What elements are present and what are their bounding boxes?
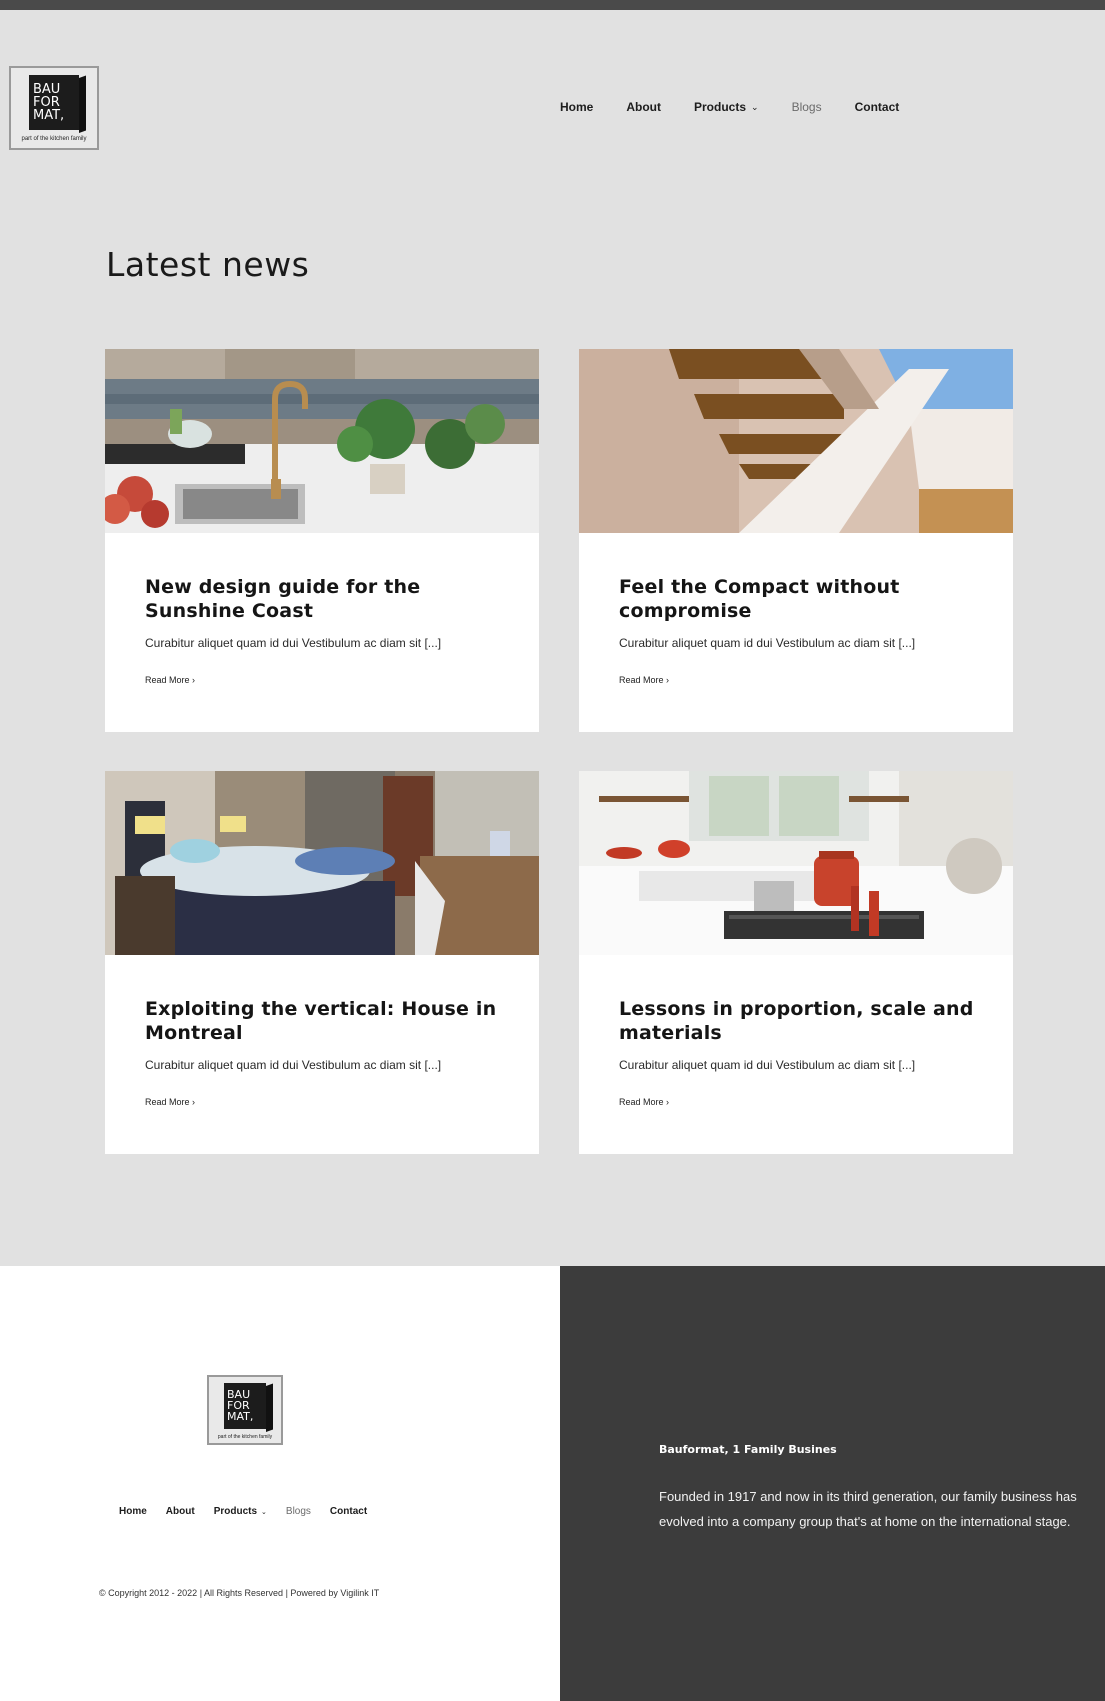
post-title[interactable]: Exploiting the vertical: House in Montre…: [145, 997, 505, 1045]
chevron-right-icon: ›: [192, 1097, 196, 1107]
footer-about-title: Bauformat, 1 Family Busines: [659, 1443, 837, 1456]
top-bar: [0, 0, 1105, 10]
read-more-label: Read More: [145, 1097, 190, 1107]
nav-home-label: Home: [560, 100, 594, 114]
post-title[interactable]: Lessons in proportion, scale and materia…: [619, 997, 979, 1045]
copyright-text: © Copyright 2012 - 2022 | All Rights Res…: [99, 1588, 380, 1598]
logo-cube: BAU FOR MAT,: [29, 75, 86, 133]
post-title[interactable]: Feel the Compact without compromise: [619, 575, 979, 623]
post-card: New design guide for the Sunshine Coast …: [105, 349, 539, 732]
read-more-link[interactable]: Read More ›: [619, 675, 669, 685]
chevron-down-icon: ⌄: [261, 1508, 267, 1516]
nav-about[interactable]: About: [626, 100, 661, 114]
read-more-link[interactable]: Read More ›: [145, 1097, 195, 1107]
read-more-label: Read More: [145, 675, 190, 685]
logo-text-line3: MAT,: [227, 1410, 254, 1423]
read-more-link[interactable]: Read More ›: [145, 675, 195, 685]
post-image-stairs[interactable]: [579, 349, 1013, 533]
logo-cube: BAU FOR MAT,: [224, 1383, 273, 1432]
post-title[interactable]: New design guide for the Sunshine Coast: [145, 575, 505, 623]
footer-nav-blogs[interactable]: Blogs: [286, 1506, 311, 1517]
post-excerpt: Curabitur aliquet quam id dui Vestibulum…: [145, 1058, 442, 1072]
chevron-right-icon: ›: [666, 675, 670, 685]
chevron-right-icon: ›: [666, 1097, 670, 1107]
read-more-label: Read More: [619, 675, 664, 685]
nav-contact-label: Contact: [854, 100, 900, 114]
post-image-kitchen-stove[interactable]: [579, 771, 1013, 955]
nav-contact[interactable]: Contact: [855, 100, 900, 114]
footer-nav-contact[interactable]: Contact: [330, 1506, 367, 1517]
footer-nav-home-label: Home: [119, 1506, 147, 1517]
logo-tagline: part of the kitchen family: [21, 136, 87, 142]
footer-nav-contact-label: Contact: [329, 1506, 368, 1517]
post-excerpt: Curabitur aliquet quam id dui Vestibulum…: [619, 636, 916, 650]
nav-products[interactable]: Products ⌄: [694, 100, 759, 114]
footer-nav: Home About Products ⌄ Blogs Contact: [119, 1506, 386, 1517]
post-image-kitchen-sink[interactable]: [105, 349, 539, 533]
nav-about-label: About: [626, 100, 661, 114]
footer-logo[interactable]: BAU FOR MAT, part of the kitchen family: [207, 1375, 283, 1445]
footer-nav-home[interactable]: Home: [119, 1506, 147, 1517]
page-title: Latest news: [106, 245, 310, 284]
main-nav: Home About Products ⌄ Blogs Contact: [560, 100, 932, 114]
nav-products-label: Products: [694, 100, 747, 114]
post-excerpt: Curabitur aliquet quam id dui Vestibulum…: [619, 1058, 916, 1072]
post-card: Exploiting the vertical: House in Montre…: [105, 771, 539, 1154]
nav-home[interactable]: Home: [560, 100, 593, 114]
post-image-bedroom[interactable]: [105, 771, 539, 955]
footer-nav-products-label: Products: [213, 1506, 258, 1517]
footer-left: [0, 1266, 560, 1701]
logo-tagline: part of the kitchen family: [217, 1434, 273, 1440]
footer-nav-blogs-label: Blogs: [285, 1506, 311, 1517]
logo-text-line3: MAT,: [33, 108, 65, 123]
post-card: Lessons in proportion, scale and materia…: [579, 771, 1013, 1154]
chevron-down-icon: ⌄: [751, 101, 759, 112]
read-more-link[interactable]: Read More ›: [619, 1097, 669, 1107]
nav-blogs-label: Blogs: [791, 100, 822, 114]
post-excerpt: Curabitur aliquet quam id dui Vestibulum…: [145, 636, 442, 650]
footer-about-text: Founded in 1917 and now in its third gen…: [659, 1489, 1077, 1529]
footer-nav-products[interactable]: Products ⌄: [214, 1506, 267, 1517]
footer-nav-about[interactable]: About: [166, 1506, 195, 1517]
nav-blogs[interactable]: Blogs: [792, 100, 822, 114]
post-card: Feel the Compact without compromise Cura…: [579, 349, 1013, 732]
footer-nav-about-label: About: [165, 1506, 195, 1517]
brand-logo[interactable]: BAU FOR MAT, part of the kitchen family: [9, 66, 99, 150]
read-more-label: Read More: [619, 1097, 664, 1107]
chevron-right-icon: ›: [192, 675, 196, 685]
